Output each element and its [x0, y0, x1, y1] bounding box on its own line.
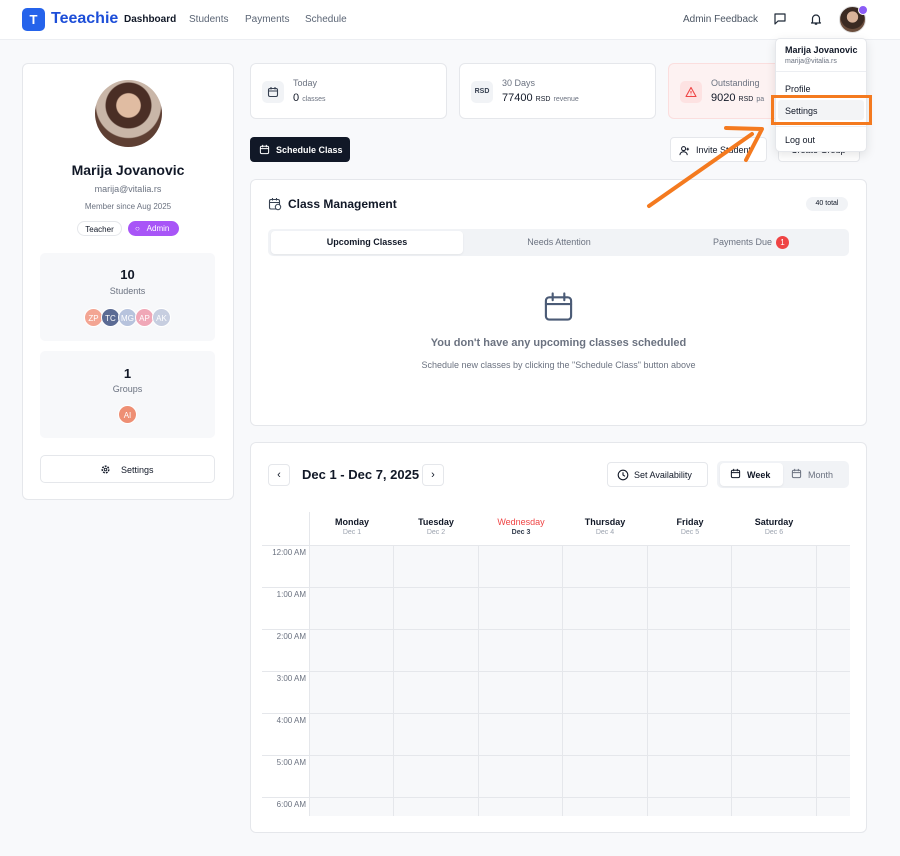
bell-icon[interactable]	[809, 12, 823, 26]
empty-state-subtitle: Schedule new classes by clicking the "Sc…	[421, 360, 696, 370]
kpi-today: Today 0 classes	[250, 63, 447, 119]
groups-count: 1	[123, 366, 132, 381]
students-count: 10	[120, 267, 135, 282]
payments-due-count: 1	[776, 236, 790, 250]
schedule-class-button[interactable]: Schedule Class	[250, 137, 350, 162]
calendar-icon	[791, 468, 802, 479]
arrow-annotation-icon	[647, 126, 764, 208]
nav-schedule[interactable]: Schedule	[305, 14, 347, 25]
kpi-outstanding-label: Outstanding	[711, 78, 760, 88]
time-label: 5:00 AM	[276, 758, 306, 767]
menu-logout[interactable]: Log out	[785, 135, 815, 145]
menu-user-name: Marija Jovanovic	[785, 45, 858, 55]
groups-label: Groups	[112, 384, 143, 394]
warning-icon	[680, 81, 702, 103]
admin-feedback-link[interactable]: Admin Feedback	[683, 14, 758, 25]
app-name[interactable]: Teeachie	[51, 10, 118, 28]
currency-icon: RSD	[471, 81, 493, 103]
clock-icon	[617, 469, 629, 481]
nav-payments[interactable]: Payments	[245, 14, 289, 25]
kpi-outstanding-value: 9020 RSD pa	[711, 92, 765, 104]
menu-profile[interactable]: Profile	[785, 84, 811, 94]
top-navbar: T Teeachie Dashboard Students Payments S…	[0, 0, 900, 40]
kpi-today-label: Today	[293, 78, 318, 88]
month-view-button[interactable]: Month	[785, 463, 847, 486]
week-grid[interactable]	[262, 512, 850, 816]
profile-name: Marija Jovanovic	[71, 162, 185, 178]
admin-badge-icon	[858, 5, 868, 15]
set-availability-button[interactable]: Set Availability	[607, 462, 708, 487]
time-label: 12:00 AM	[272, 548, 306, 557]
kpi-outstanding: Outstanding 9020 RSD pa	[668, 63, 783, 119]
calendar-clock-icon	[268, 198, 282, 211]
prev-week-button[interactable]: ‹	[268, 464, 290, 486]
calendar-icon	[262, 81, 284, 103]
time-label: 2:00 AM	[276, 632, 306, 641]
kpi-30-days: RSD 30 Days 77400 RSD revenue	[459, 63, 656, 119]
total-badge: 40 total	[806, 197, 848, 211]
menu-user-email: marija@vitalia.rs	[785, 58, 837, 65]
chevron-left-icon: ‹	[277, 469, 281, 481]
student-avatar[interactable]: AK	[152, 308, 171, 327]
students-label: Students	[109, 286, 146, 296]
profile-email: marija@vitalia.rs	[94, 184, 162, 194]
menu-divider	[776, 71, 866, 72]
time-label: 6:00 AM	[276, 800, 306, 809]
empty-state-title: You don't have any upcoming classes sche…	[430, 337, 687, 349]
gear-icon	[101, 465, 110, 474]
time-label: 4:00 AM	[276, 716, 306, 725]
class-tabs: Upcoming Classes Needs Attention Payment…	[268, 229, 849, 256]
group-avatar[interactable]: AI	[118, 405, 137, 424]
week-range: Dec 1 - Dec 7, 2025	[302, 467, 420, 482]
teacher-badge: Teacher	[77, 221, 122, 236]
profile-settings-button[interactable]: Settings	[40, 455, 215, 483]
week-view-button[interactable]: Week	[720, 463, 783, 486]
settings-label: Settings	[121, 465, 154, 475]
time-label: 3:00 AM	[276, 674, 306, 683]
admin-badge: ○ Admin	[128, 221, 179, 236]
time-label: 1:00 AM	[276, 590, 306, 599]
profile-photo	[95, 80, 162, 147]
class-management-title: Class Management	[288, 197, 397, 211]
tab-payments-due[interactable]: Payments Due 1	[655, 231, 847, 254]
view-toggle: Week Month	[717, 461, 849, 488]
calendar-icon	[259, 144, 270, 155]
kpi-30-days-value: 77400 RSD revenue	[502, 92, 579, 104]
groups-stat[interactable]: 1 Groups	[40, 351, 215, 438]
next-week-button[interactable]: ›	[422, 464, 444, 486]
students-stat[interactable]: 10 Students	[40, 253, 215, 341]
nav-students[interactable]: Students	[189, 14, 228, 25]
settings-highlight-box	[771, 95, 872, 125]
nav-dashboard[interactable]: Dashboard	[124, 14, 176, 25]
message-icon[interactable]	[773, 12, 787, 26]
shield-icon: ○	[135, 224, 140, 233]
tab-needs-attention[interactable]: Needs Attention	[463, 231, 655, 254]
menu-divider	[776, 126, 866, 127]
chevron-right-icon: ›	[431, 469, 435, 481]
kpi-30-days-label: 30 Days	[502, 78, 536, 88]
logo-icon[interactable]: T	[22, 8, 45, 31]
member-since: Member since Aug 2025	[84, 202, 172, 211]
kpi-today-value: 0 classes	[293, 92, 326, 104]
calendar-icon	[730, 468, 741, 479]
empty-calendar-icon	[544, 292, 573, 321]
tab-upcoming-classes[interactable]: Upcoming Classes	[271, 231, 463, 254]
